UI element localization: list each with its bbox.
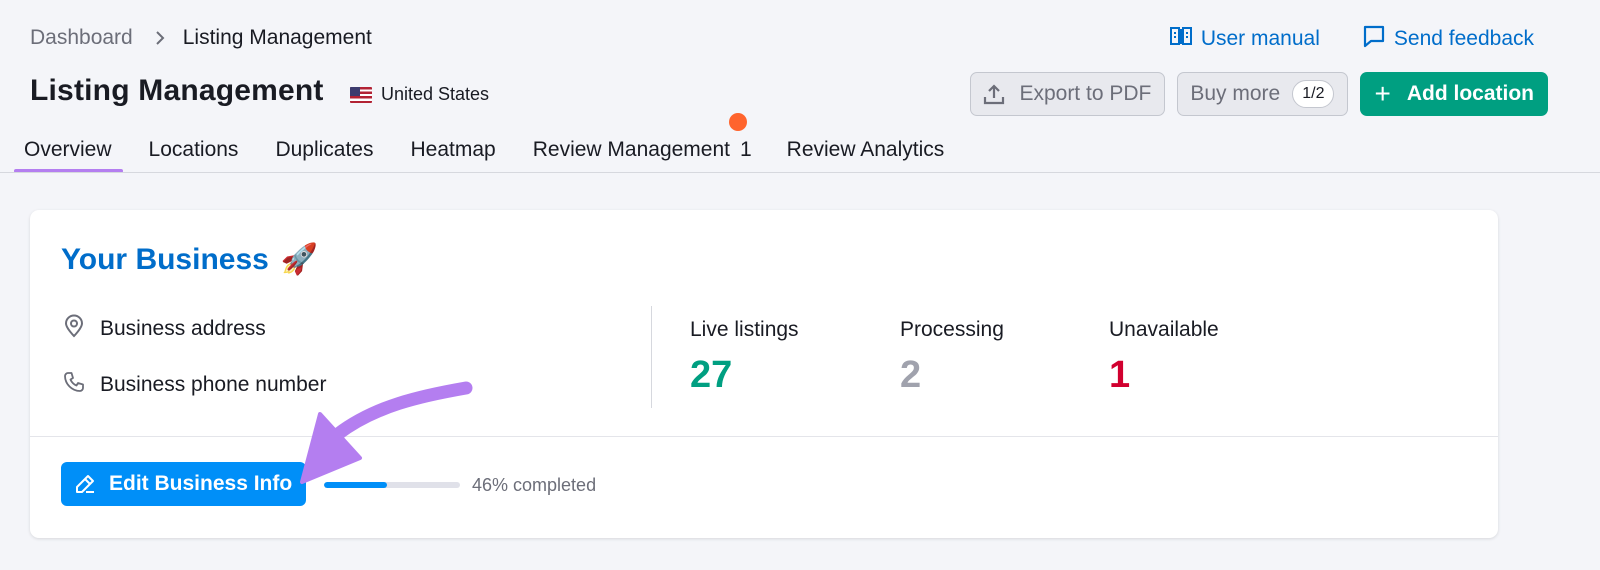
buy-more-label: Buy more — [1190, 82, 1281, 105]
edit-business-info-label: Edit Business Info — [109, 472, 293, 495]
add-location-button[interactable]: + Add location — [1360, 72, 1548, 116]
completion-progress-text: 46% completed — [472, 475, 597, 495]
card-title-text: Your Business — [61, 242, 269, 276]
business-card: Your Business 🚀 Business address Busines… — [30, 210, 1498, 538]
tab-review-analytics[interactable]: Review Analytics — [777, 130, 956, 173]
header-actions: Export to PDF Buy more 1/2 + Add locatio… — [970, 72, 1548, 116]
user-manual-label: User manual — [1200, 27, 1320, 50]
book-icon — [1169, 24, 1193, 54]
annotation-arrow-icon — [300, 381, 473, 484]
tab-duplicates[interactable]: Duplicates — [265, 130, 384, 173]
business-address-row[interactable]: Business address — [62, 314, 266, 344]
chevron-right-icon — [155, 30, 165, 46]
tab-heatmap[interactable]: Heatmap — [401, 130, 507, 173]
tab-review-management-label: Review Management — [532, 138, 730, 161]
card-divider — [30, 436, 1498, 437]
stat-value[interactable]: 27 — [690, 354, 799, 397]
business-address-label: Business address — [100, 317, 266, 340]
upload-icon — [983, 83, 1005, 105]
tab-duplicates-label: Duplicates — [275, 138, 374, 161]
rocket-icon: 🚀 — [280, 243, 319, 276]
business-phone-row[interactable]: Business phone number — [62, 370, 326, 400]
phone-icon — [62, 370, 86, 400]
add-location-label: Add location — [1406, 82, 1534, 105]
top-links: User manual Send feedback — [1169, 24, 1534, 54]
tab-bar: Overview Locations Duplicates Heatmap Re… — [14, 113, 971, 173]
tab-locations-label: Locations — [148, 138, 239, 161]
tab-overview-label: Overview — [24, 138, 112, 161]
tab-review-analytics-label: Review Analytics — [786, 138, 945, 161]
breadcrumb-dashboard-link[interactable]: Dashboard — [30, 26, 133, 50]
buy-more-button[interactable]: Buy more 1/2 — [1177, 72, 1349, 116]
breadcrumb-current: Listing Management — [182, 26, 372, 49]
export-pdf-label: Export to PDF — [1019, 82, 1152, 105]
stat-unavailable: Unavailable 1 — [1109, 318, 1219, 397]
location-pin-icon — [62, 314, 86, 344]
tabs-divider — [0, 172, 1600, 173]
tab-overview[interactable]: Overview — [14, 130, 123, 173]
tab-locations[interactable]: Locations — [139, 130, 250, 173]
tab-heatmap-label: Heatmap — [410, 138, 496, 161]
buy-more-count-badge: 1/2 — [1292, 80, 1335, 108]
feedback-icon — [1362, 24, 1386, 54]
pencil-icon — [73, 472, 97, 496]
stat-label: Unavailable — [1109, 318, 1219, 341]
export-pdf-button[interactable]: Export to PDF — [970, 72, 1166, 116]
stats-divider — [651, 306, 652, 408]
page-title: Listing Management — [30, 74, 324, 107]
tab-review-management[interactable]: Review Management 1 — [523, 113, 763, 173]
country-label: United States — [381, 84, 490, 104]
review-management-count: 1 — [728, 113, 752, 161]
notification-dot — [728, 113, 747, 131]
country-selector[interactable]: United States — [350, 84, 489, 105]
send-feedback-link[interactable]: Send feedback — [1362, 24, 1534, 54]
stat-value[interactable]: 2 — [900, 354, 1004, 397]
stat-value[interactable]: 1 — [1109, 354, 1219, 397]
stat-label: Live listings — [690, 318, 799, 341]
plus-icon: + — [1374, 78, 1391, 109]
breadcrumb: Dashboard Listing Management — [30, 26, 372, 50]
card-title: Your Business 🚀 — [61, 242, 318, 277]
us-flag-icon — [350, 86, 372, 103]
stat-label: Processing — [900, 318, 1004, 341]
send-feedback-label: Send feedback — [1393, 27, 1534, 50]
stat-processing: Processing 2 — [900, 318, 1004, 397]
edit-business-info-button[interactable]: Edit Business Info — [61, 462, 307, 506]
stat-live-listings: Live listings 27 — [690, 318, 799, 397]
review-management-count-text: 1 — [739, 138, 752, 161]
user-manual-link[interactable]: User manual — [1169, 24, 1320, 54]
